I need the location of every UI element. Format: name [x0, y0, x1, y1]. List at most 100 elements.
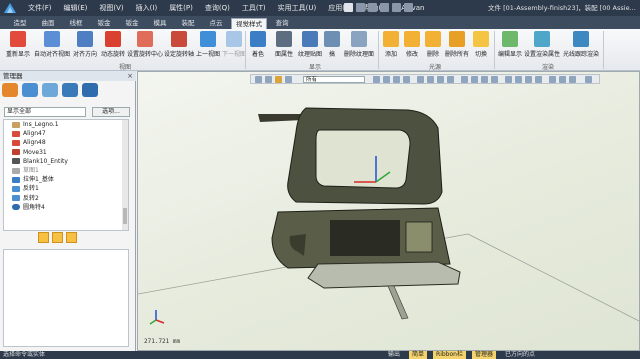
tree-item[interactable]: 草图1 — [4, 166, 128, 175]
edit-display-button[interactable]: 编辑显示 — [497, 31, 523, 58]
tree-item[interactable]: 反转2 — [4, 194, 128, 203]
close-icon[interactable]: × — [127, 71, 133, 81]
menu-properties[interactable]: 属性(P) — [163, 0, 199, 16]
list-view-icon[interactable] — [52, 232, 63, 243]
menu-view[interactable]: 视图(V) — [93, 0, 129, 16]
edit-button[interactable]: 搞 — [324, 31, 340, 58]
shading-button[interactable]: 着色 — [248, 31, 268, 58]
menu-utilities[interactable]: 实用工具(U) — [272, 0, 323, 16]
group-label-lights: 光源 — [428, 64, 441, 71]
status-snap-mode[interactable]: 已方向的点 — [502, 351, 538, 359]
views-icon[interactable] — [62, 83, 78, 97]
manager-title-bar: 管理器 × — [0, 71, 136, 81]
arrow-left-icon — [200, 31, 216, 47]
display-filter-select[interactable]: 显示全部 — [4, 107, 86, 117]
tree-item[interactable]: 反转1 — [4, 184, 128, 193]
jigsaw-model[interactable] — [138, 72, 640, 351]
status-ribbon[interactable]: Ribbon栏 — [433, 351, 466, 359]
menu-tools[interactable]: 工具(T) — [236, 0, 272, 16]
align-icon — [12, 130, 20, 137]
menu-file[interactable]: 文件(F) — [22, 0, 58, 16]
render-properties-button[interactable]: 设置渲染属性 — [524, 31, 560, 58]
next-view-button[interactable]: 下一视图 — [221, 31, 247, 58]
saw-blade — [387, 285, 409, 320]
tab-inquire[interactable]: 查询 — [268, 18, 296, 29]
history-tree: Ins_Legno.1 Align47 Align48 Move31 Blank… — [3, 119, 129, 231]
dynamic-rotate-button[interactable]: 动态旋转 — [99, 31, 127, 58]
print-icon[interactable] — [404, 3, 413, 12]
ribbon-panel: 重新显示 自动对齐视图 对齐方向 动态旋转 设置旋转中心 设定旋转轴 上一视图 … — [0, 29, 640, 71]
add-light-icon — [383, 31, 399, 47]
status-output[interactable]: 输出 — [385, 351, 403, 359]
tab-visual-style[interactable]: 视觉样式 — [231, 18, 267, 29]
tab-sheetmetal[interactable]: 钣金 — [90, 18, 118, 29]
tab-wireframe[interactable]: 线框 — [62, 18, 90, 29]
tab-point-cloud[interactable]: 点云 — [202, 18, 230, 29]
manager-title: 管理器 — [3, 72, 23, 80]
set-rotation-center-button[interactable]: 设置旋转中心 — [127, 31, 163, 58]
rotate-icon — [105, 31, 121, 47]
assembly-icon[interactable] — [22, 83, 38, 97]
status-simple[interactable]: 简单 — [409, 351, 428, 359]
tree-item[interactable]: Align47 — [4, 129, 128, 138]
tree-item[interactable]: Move31 — [4, 148, 128, 157]
add-light-button[interactable]: 添加 — [381, 31, 401, 58]
menu-query[interactable]: 查询(Q) — [199, 0, 236, 16]
new-file-icon[interactable] — [344, 3, 353, 12]
tree-item[interactable]: Align48 — [4, 138, 128, 147]
tab-assembly[interactable]: 装配 — [174, 18, 202, 29]
menu-insert[interactable]: 插入(I) — [130, 0, 164, 16]
ribbon-tabs: 造型 曲面 线框 钣金 钣金 模具 装配 点云 视觉样式 查询 — [0, 16, 640, 29]
app-logo-icon[interactable] — [3, 2, 17, 14]
modify-light-icon — [404, 31, 420, 47]
tab-surface[interactable]: 曲面 — [34, 18, 62, 29]
tree-item[interactable]: 圆角特4 — [4, 203, 128, 212]
face-properties-button[interactable]: 面属性 — [272, 31, 296, 58]
3d-viewport[interactable]: 所有 271.721 mm — [137, 71, 640, 351]
tree-item[interactable]: 拉伸1_基体 — [4, 175, 128, 184]
tree-item[interactable]: Ins_Legno.1 — [4, 120, 128, 129]
save-icon[interactable] — [368, 3, 377, 12]
status-items: 输出 简单 Ribbon栏 管理器 已方向的点 — [385, 351, 538, 359]
sketch-icon — [12, 167, 20, 174]
status-prompt: 选择命令或实体 — [3, 351, 46, 358]
tree-view-icon[interactable] — [38, 232, 49, 243]
open-file-icon[interactable] — [356, 3, 365, 12]
texture-map-button[interactable]: 纹理贴图 — [296, 31, 324, 58]
redisplay-icon — [10, 31, 26, 47]
history-icon[interactable] — [2, 83, 18, 97]
tab-sheetmetal-2[interactable]: 钣金 — [118, 18, 146, 29]
options-button[interactable]: 选项... — [92, 107, 130, 117]
tree-scrollbar[interactable] — [122, 120, 128, 230]
delete-texture-button[interactable]: 删除纹理面 — [342, 31, 376, 58]
set-rotation-axis-button[interactable]: 设定旋转轴 — [163, 31, 195, 58]
ray-trace-render-button[interactable]: 光线跟踪渲染 — [561, 31, 601, 58]
tab-modeling[interactable]: 造型 — [6, 18, 34, 29]
menu-edit[interactable]: 编辑(E) — [58, 0, 94, 16]
redo-icon[interactable] — [392, 3, 401, 12]
label-plate — [405, 221, 433, 253]
tree-item[interactable]: Blank10_Entity — [4, 157, 128, 166]
delete-light-button[interactable]: 删除 — [423, 31, 443, 58]
redisplay-button[interactable]: 重新显示 — [3, 31, 33, 58]
align-view-icon — [44, 31, 60, 47]
scrollbar-thumb[interactable] — [123, 208, 127, 224]
status-manager[interactable]: 管理器 — [471, 351, 496, 359]
modify-light-button[interactable]: 修改 — [402, 31, 422, 58]
layers-icon[interactable] — [42, 83, 58, 97]
delete-all-lights-button[interactable]: 删除所有 — [444, 31, 470, 58]
group-label-view: 视图 — [118, 64, 131, 71]
ribbon-separator — [245, 31, 246, 69]
library-icon[interactable] — [82, 83, 98, 97]
coordinate-readout: 271.721 mm — [144, 338, 181, 345]
undo-icon[interactable] — [380, 3, 389, 12]
properties-panel — [3, 249, 129, 347]
ribbon-separator — [603, 31, 604, 69]
align-direction-button[interactable]: 对齐方向 — [71, 31, 99, 58]
previous-view-button[interactable]: 上一视图 — [195, 31, 221, 58]
detail-view-icon[interactable] — [66, 232, 77, 243]
tab-mold[interactable]: 模具 — [146, 18, 174, 29]
face-properties-icon — [276, 31, 292, 47]
toggle-light-button[interactable]: 切换 — [471, 31, 491, 58]
auto-align-view-button[interactable]: 自动对齐视图 — [33, 31, 71, 58]
